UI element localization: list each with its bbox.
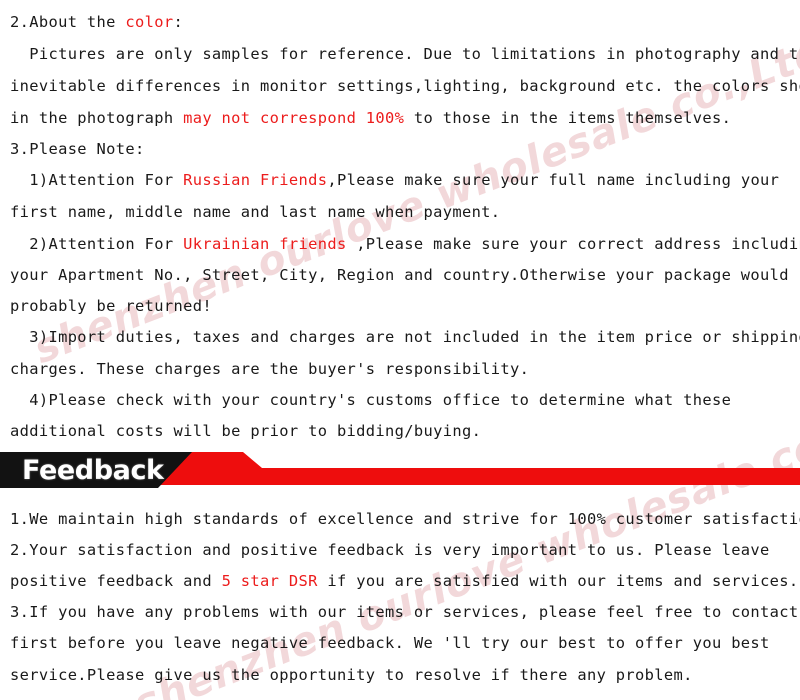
text-run: charges. These charges are the buyer's r… [10,360,530,378]
text-run: ,Please make sure your full name includi… [327,171,780,189]
note-line-4: your Apartment No., Street, City, Region… [10,265,789,285]
note-line-7: charges. These charges are the buyer's r… [10,359,529,379]
text-run: 1)Attention For [10,171,184,189]
text-run: 2.Your satisfaction and positive feedbac… [10,541,770,559]
text-layer: 2.About the color: Pictures are only sam… [0,0,800,700]
text-run: 2)Attention For [10,235,184,253]
heading-suffix: : [173,13,184,31]
feedback-line-3: positive feedback and 5 star DSR if you … [10,571,799,591]
text-run: 4)Please check with your country's custo… [10,391,732,409]
banner-red-shape [150,452,800,488]
text-run-highlight: 5 star DSR [221,572,318,590]
color-body-line-3: in the photograph may not correspond 100… [10,108,731,128]
text-run: your Apartment No., Street, City, Region… [10,266,789,284]
note-line-8: 4)Please check with your country's custo… [10,390,731,410]
color-body-line-2: inevitable differences in monitor settin… [10,76,800,96]
feedback-line-4: 3.If you have any problems with our item… [10,602,800,622]
text-run: if you are satisfied with our items and … [317,572,799,590]
text-run: positive feedback and [10,572,222,590]
text-run: ,Please make sure your correct address i… [346,235,800,253]
note-line-9: additional costs will be prior to biddin… [10,421,481,441]
feedback-banner-label: Feedback [22,454,164,486]
section-color-heading: 2.About the color: [10,12,183,32]
policy-page: shenzhen ourlove wholesale co.,Ltd shenz… [0,0,800,700]
text-run: additional costs will be prior to biddin… [10,422,482,440]
note-line-2: first name, middle name and last name wh… [10,202,500,222]
text-run-highlight: may not correspond 100% [183,109,405,127]
text-run: probably be returned! [10,297,212,315]
feedback-line-2: 2.Your satisfaction and positive feedbac… [10,540,770,560]
text-run-highlight: Ukrainian friends [183,235,347,253]
text-run: 1.We maintain high standards of excellen… [10,510,800,528]
text-run: 3.If you have any problems with our item… [10,603,800,621]
text-run: to those in the items themselves. [404,109,732,127]
heading-prefix: 2.About the [10,13,126,31]
text-run: in the photograph [10,109,184,127]
note-line-1: 1)Attention For Russian Friends,Please m… [10,170,779,190]
text-run: inevitable differences in monitor settin… [10,77,800,95]
note-line-3: 2)Attention For Ukrainian friends ,Pleas… [10,234,800,254]
text-run: 3)Import duties, taxes and charges are n… [10,328,800,346]
feedback-line-1: 1.We maintain high standards of excellen… [10,509,800,529]
note-line-6: 3)Import duties, taxes and charges are n… [10,327,800,347]
text-run-highlight: Russian Friends [183,171,328,189]
text-run: first name, middle name and last name wh… [10,203,501,221]
color-body-line-1: Pictures are only samples for reference.… [10,44,800,64]
feedback-line-5: first before you leave negative feedback… [10,633,770,653]
heading-highlight: color [125,13,174,31]
section-note-heading: 3.Please Note: [10,140,145,158]
text-run: Pictures are only samples for reference.… [10,45,800,63]
note-line-5: probably be returned! [10,296,212,316]
text-run: first before you leave negative feedback… [10,634,770,652]
feedback-line-6: service.Please give us the opportunity t… [10,665,693,685]
text-run: service.Please give us the opportunity t… [10,666,693,684]
